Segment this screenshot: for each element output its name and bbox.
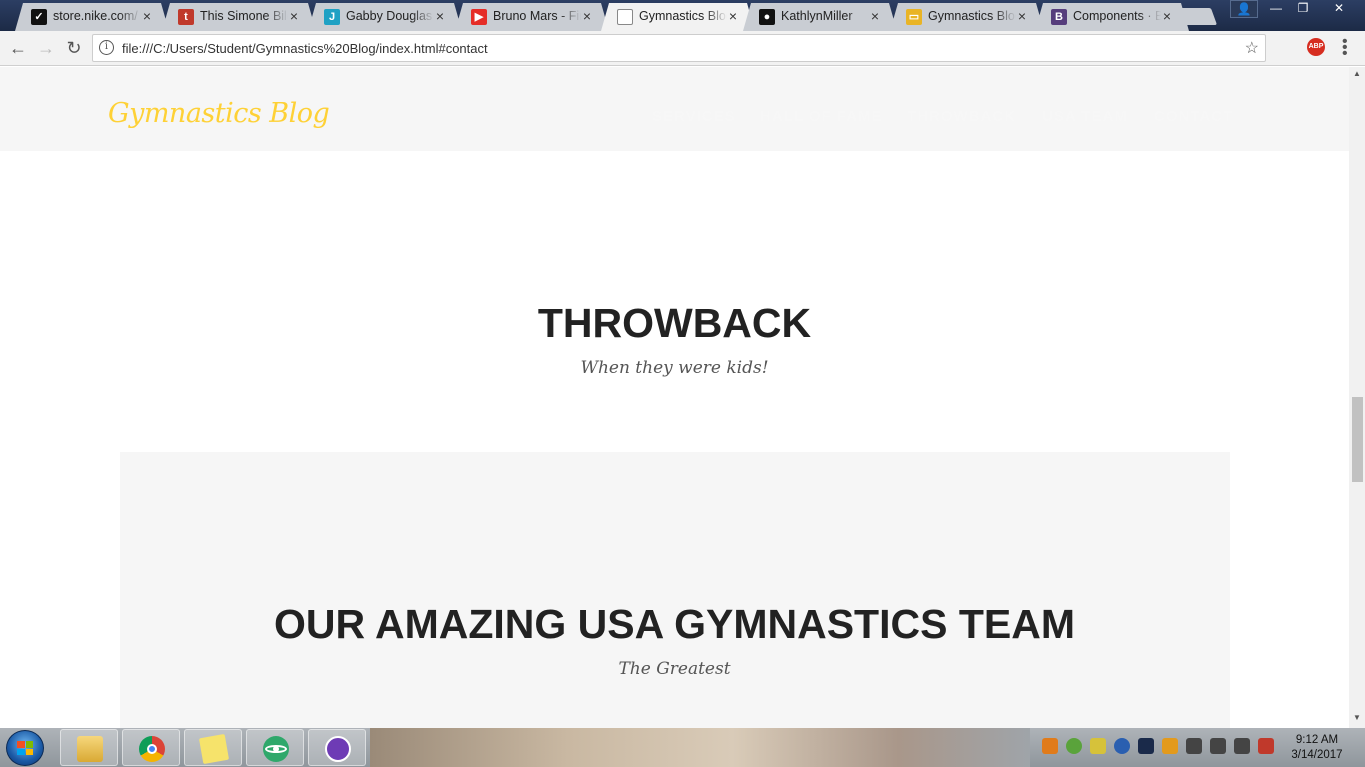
power-icon[interactable]: [1258, 738, 1274, 754]
clock-date: 3/14/2017: [1291, 749, 1343, 761]
address-bar[interactable]: i file:///C:/Users/Student/Gymnastics%20…: [92, 34, 1266, 62]
browser-toolbar: ← → ↻ i file:///C:/Users/Student/Gymnast…: [0, 31, 1365, 66]
tab-title: store.nike.com/: [53, 9, 138, 23]
tab-close-icon[interactable]: ×: [729, 8, 737, 24]
sticky-notes-icon: [198, 733, 230, 765]
bookmark-star-icon[interactable]: ☆: [1245, 38, 1259, 58]
browser-tab[interactable]: ✓ store.nike.com/ ×: [15, 3, 169, 31]
java-update-icon[interactable]: [1042, 738, 1058, 754]
browser-tab[interactable]: B Components · B ×: [1035, 3, 1189, 31]
bluetooth-icon[interactable]: [1114, 738, 1130, 754]
tab-title: KathlynMiller: [781, 9, 853, 23]
tab-title: This Simone Bile: [200, 9, 288, 23]
taskbar-file-explorer[interactable]: [60, 729, 118, 766]
browser-tab[interactable]: ▶ Bruno Mars - Fin ×: [455, 3, 609, 31]
tab-title: Bruno Mars - Fin: [493, 9, 581, 23]
folder-icon: [77, 736, 103, 762]
usa-team-section: [120, 452, 1230, 728]
close-window-button[interactable]: ✕: [1316, 0, 1362, 18]
browser-menu-icon[interactable]: • • •: [1342, 34, 1348, 62]
nav-link-services[interactable]: SERVICES: [652, 108, 736, 125]
tab-title: Gabby Douglas: [346, 9, 433, 23]
nav-link-throwback[interactable]: THROWBACK: [907, 108, 1016, 125]
tab-favicon-icon: ▶: [471, 9, 487, 25]
taskbar-sticky-notes[interactable]: [184, 729, 242, 766]
volume-icon[interactable]: [1210, 738, 1226, 754]
tab-favicon-icon: ▭: [906, 9, 922, 25]
usa-team-heading: OUR AMAZING USA GYMNASTICS TEAM: [273, 601, 1075, 647]
browser-tab[interactable]: ▭ Gymnastics Blog ×: [890, 3, 1044, 31]
usa-team-subheading: The Greatest: [618, 659, 731, 679]
page-scrollbar[interactable]: ▲ ▼: [1349, 67, 1365, 728]
tab-favicon-icon: B: [1051, 9, 1067, 25]
taskbar-atom[interactable]: [246, 729, 304, 766]
new-tab-button[interactable]: [1176, 8, 1218, 25]
tab-close-icon[interactable]: ×: [436, 8, 444, 24]
chrome-icon: [139, 736, 165, 762]
throwback-heading: THROWBACK: [537, 300, 812, 346]
user-icon[interactable]: 👤: [1230, 0, 1258, 18]
nav-link-contact[interactable]: CONTACT: [1154, 108, 1233, 125]
browser-tab[interactable]: ● KathlynMiller ×: [743, 3, 897, 31]
nav-link-hall-of-fame[interactable]: HALL OF FAME: [760, 108, 883, 125]
url-text[interactable]: file:///C:/Users/Student/Gymnastics%20Bl…: [122, 41, 488, 56]
tab-favicon-icon: t: [178, 9, 194, 25]
scrollbar-thumb[interactable]: [1352, 397, 1363, 482]
wifi-signal-icon[interactable]: [1234, 738, 1250, 754]
back-button[interactable]: ←: [5, 36, 31, 60]
github-desktop-icon: [325, 736, 351, 762]
scroll-down-arrow-icon[interactable]: ▼: [1353, 713, 1361, 722]
tab-close-icon[interactable]: ×: [143, 8, 151, 24]
start-button[interactable]: [6, 730, 44, 766]
taskbar-github-desktop[interactable]: [308, 729, 366, 766]
tab-title: Gymnastics Blog: [639, 9, 727, 23]
tab-title: Gymnastics Blog: [928, 9, 1016, 23]
tab-close-icon[interactable]: ×: [290, 8, 298, 24]
atom-icon: [263, 736, 289, 762]
browser-tab[interactable]: J Gabby Douglas ×: [308, 3, 462, 31]
windows-logo-icon: [17, 741, 33, 755]
tab-close-icon[interactable]: ×: [1163, 8, 1171, 24]
minimize-button[interactable]: —: [1262, 0, 1290, 18]
display-icon[interactable]: [1138, 738, 1154, 754]
tab-favicon-icon: ●: [759, 9, 775, 25]
tab-close-icon[interactable]: ×: [871, 8, 879, 24]
notification-icon[interactable]: [1162, 738, 1178, 754]
browser-tab[interactable]: t This Simone Bile ×: [162, 3, 316, 31]
tab-title: Components · B: [1073, 9, 1161, 23]
forward-button[interactable]: →: [33, 36, 59, 60]
security-icon[interactable]: [1090, 738, 1106, 754]
browser-tab-strip: ✓ store.nike.com/× t This Simone Bile × J Gabb…: [0, 0, 1365, 31]
info-icon[interactable]: i: [99, 40, 114, 55]
scroll-up-arrow-icon[interactable]: ▲: [1353, 69, 1361, 78]
taskbar-wallpaper: [370, 728, 1030, 767]
clock-time: 9:12 AM: [1295, 734, 1339, 746]
page-viewport: Gymnastics Blog SERVICES HALL OF FAME TH…: [0, 67, 1349, 728]
browser-tab[interactable]: Gymnastics Blog ×: [601, 3, 755, 31]
tab-close-icon[interactable]: ×: [583, 8, 591, 24]
taskbar-chrome[interactable]: [122, 729, 180, 766]
site-brand[interactable]: Gymnastics Blog: [108, 98, 330, 129]
adblock-icon[interactable]: ABP: [1307, 38, 1325, 56]
tab-close-icon[interactable]: ×: [1018, 8, 1026, 24]
site-navbar: Gymnastics Blog SERVICES HALL OF FAME TH…: [0, 67, 1349, 151]
restore-button[interactable]: ❐: [1289, 0, 1317, 18]
throwback-subheading: When they were kids!: [580, 358, 769, 378]
reload-button[interactable]: ↻: [61, 36, 87, 60]
tab-favicon-icon: ✓: [31, 9, 47, 25]
nav-link-usa-team[interactable]: USA TEAM: [1042, 108, 1128, 125]
system-clock[interactable]: 9:12 AM 3/14/2017: [1282, 733, 1352, 763]
network-monitor-icon[interactable]: [1066, 738, 1082, 754]
tab-favicon-icon: J: [324, 9, 340, 25]
usb-device-icon[interactable]: [1186, 738, 1202, 754]
tab-favicon-icon: [617, 9, 633, 25]
windows-taskbar: 9:12 AM 3/14/2017: [0, 728, 1365, 767]
